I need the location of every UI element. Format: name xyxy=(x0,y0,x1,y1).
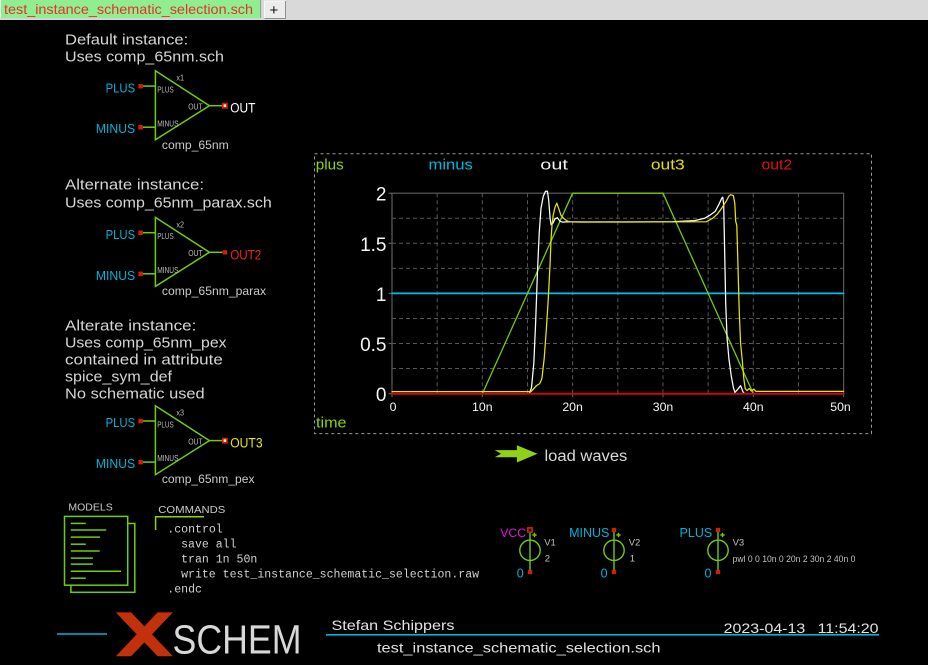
svg-text:50n: 50n xyxy=(830,400,851,414)
svg-text:MINUS: MINUS xyxy=(157,453,179,463)
svg-text:MINUS: MINUS xyxy=(96,457,135,471)
svg-text:.endc: .endc xyxy=(167,584,202,597)
svg-text:OUT3: OUT3 xyxy=(230,436,262,451)
svg-text:OUT: OUT xyxy=(188,436,203,446)
svg-text:write test_instance_schematic_: write test_instance_schematic_selection.… xyxy=(181,569,479,582)
svg-text:Alternate instance:: Alternate instance: xyxy=(65,177,204,194)
svg-text:Uses comp_65nm_pex: Uses comp_65nm_pex xyxy=(65,334,227,351)
svg-text:Stefan Schippers: Stefan Schippers xyxy=(332,617,455,633)
svg-text:test_instance_schematic_select: test_instance_schematic_selection.sch xyxy=(4,1,253,17)
svg-text:+: + xyxy=(270,2,279,19)
svg-text:2: 2 xyxy=(545,554,550,565)
svg-text:pwl 0 0 10n 0 20n 2 30n 2 40n: pwl 0 0 10n 0 20n 2 30n 2 40n 0 xyxy=(733,554,856,564)
svg-text:MINUS: MINUS xyxy=(569,526,609,540)
svg-text:OUT: OUT xyxy=(230,101,255,116)
svg-text:1: 1 xyxy=(376,285,387,306)
svg-text:comp_65nm: comp_65nm xyxy=(162,138,229,152)
svg-text:V1: V1 xyxy=(544,537,556,548)
svg-text:PLUS: PLUS xyxy=(680,526,713,540)
svg-text:out: out xyxy=(540,157,569,174)
svg-text:PLUS: PLUS xyxy=(106,228,136,242)
svg-text:V3: V3 xyxy=(733,537,745,548)
svg-text:contained in attribute: contained in attribute xyxy=(65,351,223,368)
svg-text:SCHEM: SCHEM xyxy=(173,617,302,663)
svg-text:PLUS: PLUS xyxy=(157,231,174,241)
svg-text:out2: out2 xyxy=(762,157,793,174)
svg-text:OUT: OUT xyxy=(188,248,203,258)
svg-text:OUT: OUT xyxy=(188,101,203,111)
svg-text:10n: 10n xyxy=(472,400,493,414)
svg-text:MINUS: MINUS xyxy=(96,269,135,283)
svg-text:MINUS: MINUS xyxy=(157,265,179,275)
svg-text:40n: 40n xyxy=(743,400,764,414)
svg-text:PLUS: PLUS xyxy=(106,416,136,430)
svg-text:0: 0 xyxy=(376,385,387,406)
svg-text:out3: out3 xyxy=(651,157,685,174)
svg-text:0: 0 xyxy=(390,400,397,414)
svg-text:x2: x2 xyxy=(176,219,184,229)
svg-text:comp_65nm_parax: comp_65nm_parax xyxy=(162,284,266,298)
svg-text:PLUS: PLUS xyxy=(157,84,174,94)
svg-text:.control: .control xyxy=(167,523,223,536)
svg-text:x1: x1 xyxy=(176,73,184,83)
svg-text:load waves: load waves xyxy=(545,448,628,465)
svg-text:V2: V2 xyxy=(629,537,641,548)
svg-text:PLUS: PLUS xyxy=(157,419,174,429)
svg-text:0.5: 0.5 xyxy=(360,335,386,356)
svg-text:0: 0 xyxy=(704,567,711,581)
svg-text:PLUS: PLUS xyxy=(106,81,136,95)
svg-text:tran 1n 50n: tran 1n 50n xyxy=(181,553,257,566)
svg-text:0: 0 xyxy=(601,567,608,581)
svg-text:plus: plus xyxy=(316,157,344,174)
svg-text:spice_sym_def: spice_sym_def xyxy=(65,368,173,385)
svg-text:1: 1 xyxy=(630,554,635,565)
svg-text:30n: 30n xyxy=(653,400,674,414)
svg-text:Uses comp_65nm_parax.sch: Uses comp_65nm_parax.sch xyxy=(65,195,272,212)
svg-text:Alterate instance:: Alterate instance: xyxy=(65,317,196,334)
svg-text:MINUS: MINUS xyxy=(96,122,135,136)
svg-text:minus: minus xyxy=(429,157,473,174)
svg-text:Default instance:: Default instance: xyxy=(65,32,188,49)
svg-text:2023-04-13 11:54:20: 2023-04-13 11:54:20 xyxy=(724,620,879,636)
svg-text:No schematic used: No schematic used xyxy=(65,385,205,402)
svg-text:save all: save all xyxy=(181,538,237,551)
svg-text:VCC: VCC xyxy=(500,526,526,540)
svg-text:0: 0 xyxy=(517,567,524,581)
svg-text:MODELS: MODELS xyxy=(68,502,112,514)
svg-text:1.5: 1.5 xyxy=(360,235,386,256)
svg-text:2: 2 xyxy=(376,185,387,206)
svg-text:time: time xyxy=(316,415,347,432)
svg-text:test_instance_schematic_select: test_instance_schematic_selection.sch xyxy=(377,640,661,656)
svg-text:MINUS: MINUS xyxy=(157,118,179,128)
svg-text:Uses comp_65nm.sch: Uses comp_65nm.sch xyxy=(65,49,224,66)
svg-text:comp_65nm_pex: comp_65nm_pex xyxy=(162,472,255,486)
svg-text:20n: 20n xyxy=(562,400,583,414)
svg-text:COMMANDS: COMMANDS xyxy=(158,504,225,516)
svg-text:x3: x3 xyxy=(176,408,184,418)
svg-text:OUT2: OUT2 xyxy=(230,247,261,262)
